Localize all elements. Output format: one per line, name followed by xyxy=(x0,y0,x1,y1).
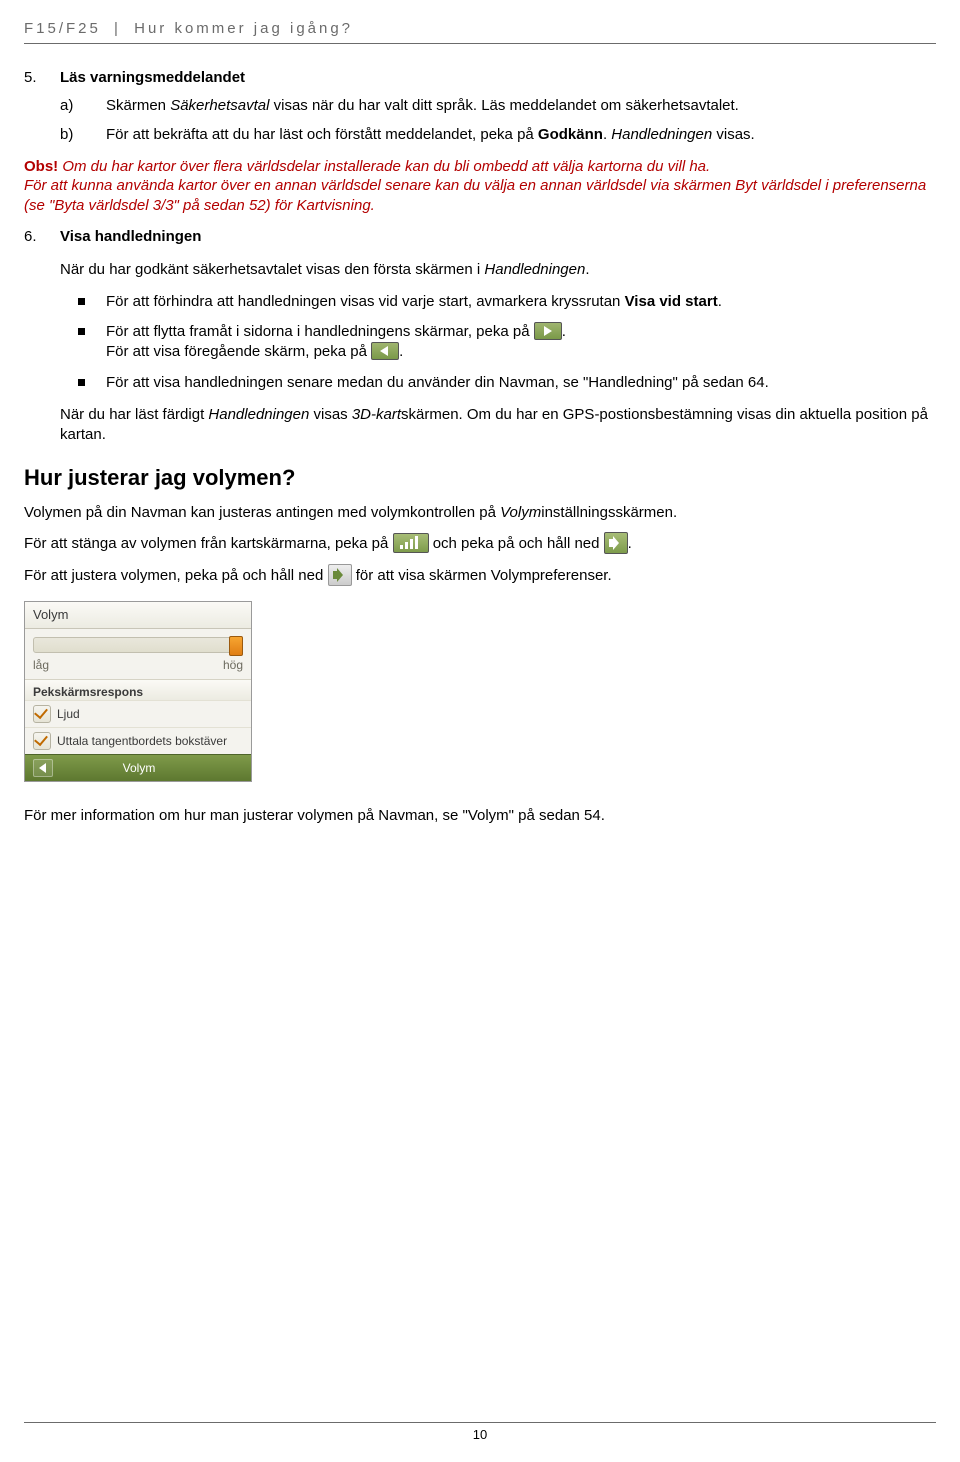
volume-widget-footer: Volym xyxy=(25,754,251,781)
page-footer: 10 xyxy=(24,1422,936,1442)
step5-item-b: b) För att bekräfta att du har läst och … xyxy=(24,125,936,145)
touch-response-section: Pekskärmsrespons xyxy=(25,679,251,700)
step6-number: 6. xyxy=(24,227,60,247)
volume-slider[interactable] xyxy=(33,637,243,653)
separator-pipe: | xyxy=(114,20,121,37)
obs-note: Obs! Om du har kartor över flera världsd… xyxy=(24,157,936,216)
volume-widget-title: Volym xyxy=(25,602,251,629)
option-label: Ljud xyxy=(57,706,80,722)
page-header: F15/F25 | Hur kommer jag igång? xyxy=(24,20,936,44)
signal-bars-icon[interactable] xyxy=(393,533,429,553)
volume-heading: Hur justerar jag volymen? xyxy=(24,463,936,493)
page-number: 10 xyxy=(473,1427,487,1442)
speaker-icon[interactable] xyxy=(328,564,352,586)
volume-p3: För att justera volymen, peka på och hål… xyxy=(24,565,936,587)
item-label: b) xyxy=(24,125,106,145)
step5-title: Läs varningsmeddelandet xyxy=(60,68,936,88)
step6-intro: När du har godkänt säkerhetsavtalet visa… xyxy=(60,260,936,280)
option-sound[interactable]: Ljud xyxy=(25,700,251,727)
volume-widget: Volym låg hög Pekskärmsrespons Ljud Utta… xyxy=(24,601,252,782)
step6-bullet-2: För att flytta framåt i sidorna i handle… xyxy=(60,322,936,363)
step5-number: 5. xyxy=(24,68,60,88)
checkbox-icon[interactable] xyxy=(33,732,51,750)
step6-post: När du har läst färdigt Handledningen vi… xyxy=(60,405,936,446)
closing-paragraph: För mer information om hur man justerar … xyxy=(24,806,936,826)
volume-label-high: hög xyxy=(223,657,243,673)
step6-title: Visa handledningen xyxy=(60,227,936,247)
option-label: Uttala tangentbordets bokstäver xyxy=(57,733,227,749)
option-speak-keyboard[interactable]: Uttala tangentbordets bokstäver xyxy=(25,727,251,754)
volume-slider-thumb[interactable] xyxy=(229,636,243,656)
item-label: a) xyxy=(24,96,106,116)
volume-p1: Volymen på din Navman kan justeras antin… xyxy=(24,503,936,523)
obs-label: Obs! xyxy=(24,158,58,175)
step5-item-a: a) Skärmen Säkerhetsavtal visas när du h… xyxy=(24,96,936,116)
checkbox-icon[interactable] xyxy=(33,705,51,723)
speaker-mute-icon[interactable] xyxy=(604,532,628,554)
item-text: Skärmen Säkerhetsavtal visas när du har … xyxy=(106,96,936,116)
step6-bullet-1: För att förhindra att handledningen visa… xyxy=(60,292,936,312)
footer-label: Volym xyxy=(123,760,156,776)
play-back-icon[interactable] xyxy=(371,342,399,360)
volume-label-low: låg xyxy=(33,657,49,673)
step6-bullet-3: För att visa handledningen senare medan … xyxy=(60,373,936,393)
header-product: F15/F25 xyxy=(24,20,101,37)
volume-p2: För att stänga av volymen från kartskärm… xyxy=(24,533,936,555)
play-forward-icon[interactable] xyxy=(534,322,562,340)
item-text: För att bekräfta att du har läst och för… xyxy=(106,125,936,145)
back-arrow-icon[interactable] xyxy=(33,759,53,777)
header-section: Hur kommer jag igång? xyxy=(134,20,353,37)
